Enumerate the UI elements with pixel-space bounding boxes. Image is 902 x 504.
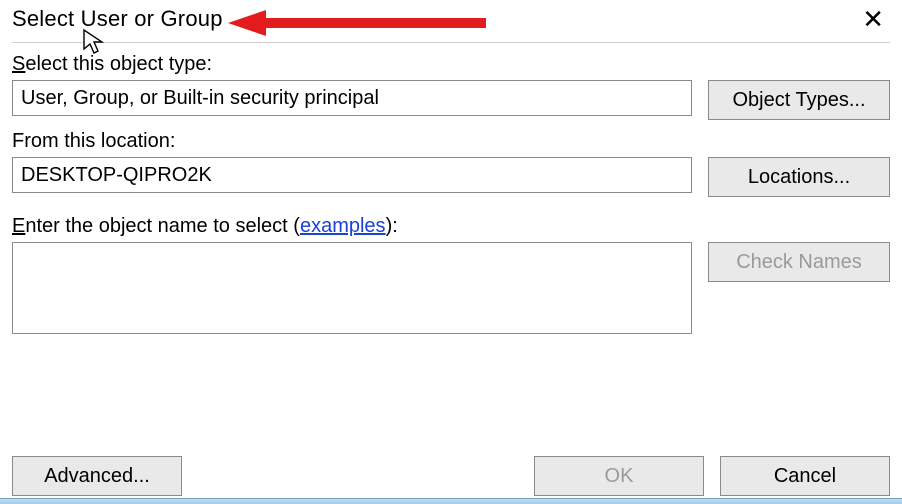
- object-type-label-mnemonic: S: [12, 53, 25, 75]
- object-type-section: Select this object type: User, Group, or…: [12, 53, 890, 120]
- titlebar-separator: [12, 42, 890, 43]
- object-name-label: Enter the object name to select (example…: [12, 215, 890, 238]
- location-value: DESKTOP-QIPRO2K: [12, 157, 692, 193]
- titlebar: Select User or Group ✕: [12, 0, 890, 40]
- object-type-label-text: elect this object type:: [25, 53, 212, 75]
- object-type-value: User, Group, or Built-in security princi…: [12, 80, 692, 116]
- bottom-edge-bar: [0, 498, 902, 504]
- location-section: From this location: DESKTOP-QIPRO2K Loca…: [12, 130, 890, 197]
- select-user-or-group-dialog: Select User or Group ✕ Select this objec…: [0, 0, 902, 504]
- dialog-title: Select User or Group: [12, 6, 223, 32]
- locations-button[interactable]: Locations...: [708, 157, 890, 197]
- object-type-label: Select this object type:: [12, 53, 890, 76]
- dialog-footer: Advanced... OK Cancel: [12, 456, 890, 496]
- object-name-section: Enter the object name to select (example…: [12, 215, 890, 334]
- object-name-label-mnemonic: E: [12, 215, 25, 237]
- object-name-label-text: nter the object name to select: [25, 215, 293, 237]
- check-names-button[interactable]: Check Names: [708, 242, 890, 282]
- object-types-button[interactable]: Object Types...: [708, 80, 890, 120]
- object-name-input[interactable]: [12, 242, 692, 334]
- examples-open-paren: (: [293, 215, 300, 237]
- location-label: From this location:: [12, 130, 890, 153]
- examples-link[interactable]: examples: [300, 215, 386, 237]
- ok-button[interactable]: OK: [534, 456, 704, 496]
- examples-close-paren: ):: [386, 215, 398, 237]
- close-icon[interactable]: ✕: [856, 4, 890, 34]
- cancel-button[interactable]: Cancel: [720, 456, 890, 496]
- advanced-button[interactable]: Advanced...: [12, 456, 182, 496]
